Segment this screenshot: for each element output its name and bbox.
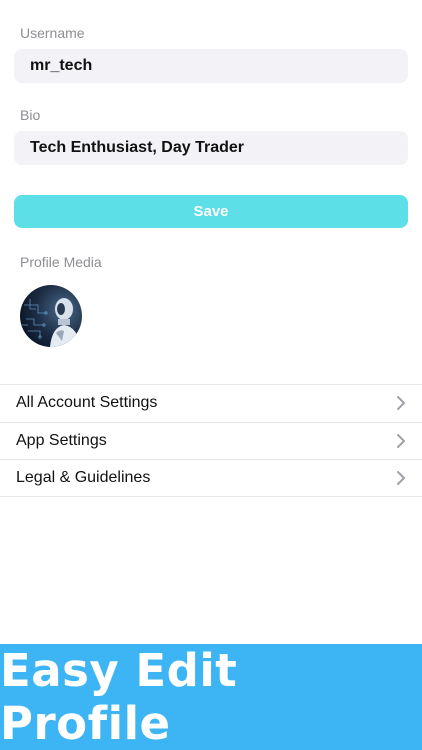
banner-title: Easy Edit Profile	[0, 644, 238, 750]
bio-label: Bio	[20, 107, 41, 123]
settings-menu: All Account Settings App Settings Legal …	[0, 384, 422, 497]
bio-field[interactable]: Tech Enthusiast, Day Trader	[14, 131, 408, 165]
menu-item-app-settings[interactable]: App Settings	[0, 421, 422, 460]
menu-item-label: App Settings	[16, 431, 107, 449]
edit-profile-screen: Username mr_tech Bio Tech Enthusiast, Da…	[0, 0, 422, 750]
chevron-right-icon	[397, 470, 405, 485]
chevron-right-icon	[397, 396, 405, 411]
username-label: Username	[20, 25, 85, 41]
promo-banner: Easy Edit Profile	[0, 644, 422, 750]
profile-media-label: Profile Media	[20, 254, 102, 270]
chevron-right-icon	[397, 433, 405, 448]
menu-item-label: Legal & Guidelines	[16, 468, 151, 486]
menu-item-all-account-settings[interactable]: All Account Settings	[0, 384, 422, 422]
menu-item-label: All Account Settings	[16, 394, 158, 412]
avatar[interactable]	[20, 285, 82, 347]
username-field[interactable]: mr_tech	[14, 49, 408, 83]
save-button[interactable]: Save	[14, 195, 408, 228]
menu-item-legal-guidelines[interactable]: Legal & Guidelines	[0, 459, 422, 497]
robot-avatar-image	[20, 285, 82, 347]
